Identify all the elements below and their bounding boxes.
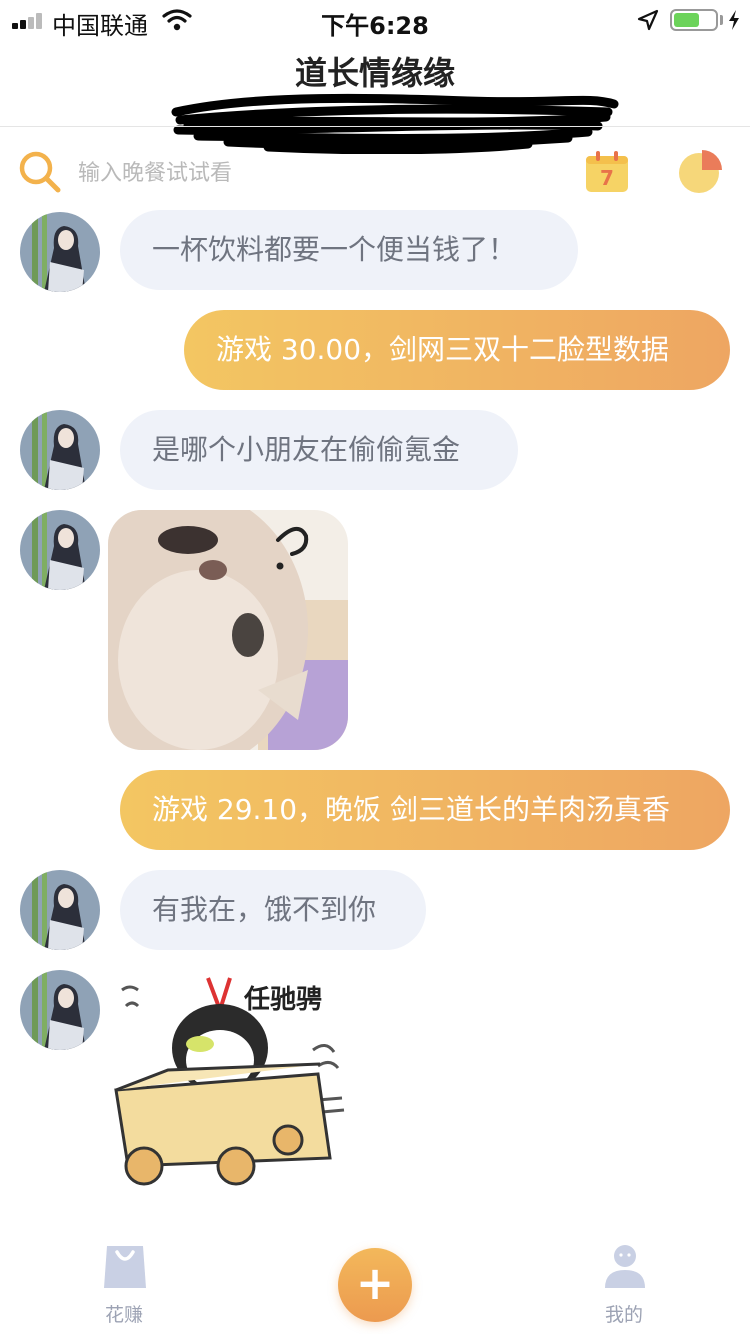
header-divider <box>0 126 750 127</box>
pie-chart-icon[interactable] <box>678 148 724 194</box>
user-icon[interactable] <box>602 1244 648 1290</box>
redaction-scribble <box>171 93 619 154</box>
charging-bolt-icon <box>729 10 739 30</box>
message-bubble[interactable]: 游戏 29.10，晚饭 剑三道长的羊肉汤真香 <box>120 770 730 850</box>
avatar[interactable] <box>20 870 100 950</box>
avatar[interactable] <box>20 410 100 490</box>
page-title: 道长情缘缘 <box>294 54 455 92</box>
shopping-bag-icon[interactable] <box>102 1244 148 1290</box>
battery-tip <box>720 15 723 25</box>
avatar[interactable] <box>20 970 100 1050</box>
message-bubble[interactable]: 一杯饮料都要一个便当钱了！ <box>120 210 578 290</box>
status-bar: 中国联通 下午6:28 <box>0 0 750 40</box>
avatar[interactable] <box>20 212 100 292</box>
message-bubble[interactable]: 是哪个小朋友在偷偷氪金 <box>120 410 518 490</box>
battery-icon <box>670 9 718 31</box>
calendar-icon[interactable]: 7 <box>584 150 630 194</box>
avatar[interactable] <box>20 510 100 590</box>
penguin-box-sticker[interactable]: 任驰骋 <box>108 970 348 1188</box>
tab-label-huazhuan[interactable]: 花赚 <box>105 1300 143 1327</box>
battery-level <box>674 13 699 27</box>
plus-icon: + <box>355 1256 395 1310</box>
cat-question-sticker[interactable] <box>108 510 348 750</box>
message-bubble[interactable]: 有我在，饿不到你 <box>120 870 426 950</box>
calendar-day: 7 <box>600 166 614 190</box>
add-record-button[interactable]: + <box>338 1248 412 1322</box>
location-arrow-icon <box>637 9 659 31</box>
search-input[interactable] <box>78 156 378 190</box>
message-bubble[interactable]: 游戏 30.00，剑网三双十二脸型数据 <box>184 310 730 390</box>
tab-label-mine[interactable]: 我的 <box>605 1300 643 1327</box>
search-icon[interactable] <box>18 150 62 194</box>
sticker-caption: 任驰骋 <box>243 985 322 1015</box>
